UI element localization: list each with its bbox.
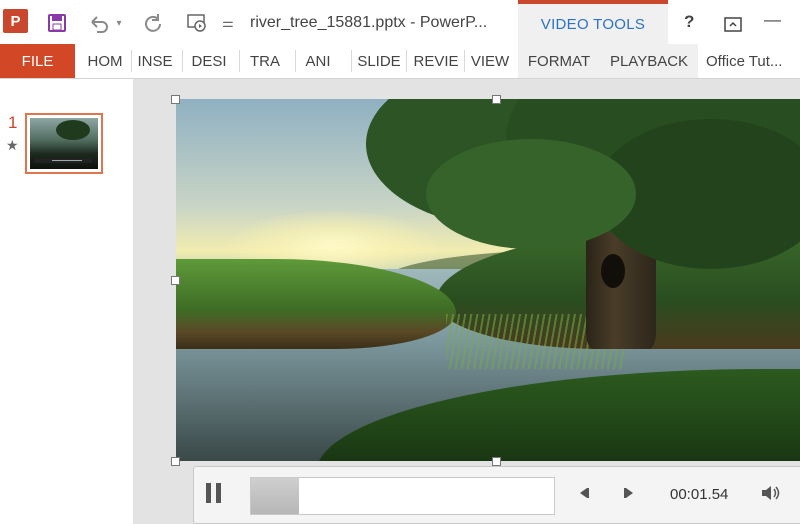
account-name[interactable]: Office Tut... (706, 44, 800, 78)
slide-thumbnail[interactable] (25, 113, 103, 174)
playback-time: 00:01.54 (670, 486, 729, 503)
resize-handle-bottom-left[interactable] (171, 457, 180, 466)
restore-icon[interactable] (720, 10, 746, 40)
seek-progress (251, 478, 300, 514)
animation-star-icon: ★ (6, 137, 19, 153)
tab-divider (182, 50, 183, 72)
resize-handle-top[interactable] (492, 95, 501, 104)
tree-hollow (601, 254, 625, 288)
slide-number: 1 (8, 113, 18, 132)
tab-slide-show[interactable]: SLIDE (352, 44, 406, 78)
help-button[interactable]: ? (684, 12, 694, 32)
thumbnail-caption-line (52, 160, 82, 161)
thumbnail-image (30, 118, 98, 169)
video-frame[interactable] (176, 99, 800, 461)
undo-dropdown-icon[interactable]: ▾ (113, 8, 125, 38)
window-title: river_tree_15881.pptx - PowerP... (250, 14, 488, 31)
tab-home[interactable]: HOM (80, 44, 130, 78)
ribbon-tabs: FILE HOM INSE DESI TRA ANI SLIDE REVIE V… (0, 44, 800, 79)
powerpoint-logo-icon: P (3, 9, 28, 33)
tab-divider (464, 50, 465, 72)
tab-playback[interactable]: PLAYBACK (600, 44, 698, 78)
tab-transitions[interactable]: TRA (240, 44, 290, 78)
tab-design[interactable]: DESI (184, 44, 234, 78)
tab-insert[interactable]: INSE (132, 44, 178, 78)
video-tools-context: VIDEO TOOLS (518, 0, 668, 44)
tab-review[interactable]: REVIE (408, 44, 464, 78)
video-tools-label: VIDEO TOOLS (540, 15, 646, 33)
minimize-button[interactable]: — (764, 10, 781, 30)
undo-icon[interactable] (86, 8, 112, 38)
video-playback-bar: 00:01.54 (193, 466, 800, 524)
from-beginning-icon[interactable] (184, 8, 210, 38)
save-icon[interactable] (44, 8, 70, 38)
title-bar: P ▾ ⚌ river_tree_15881.pptx - PowerP... … (0, 0, 800, 44)
tab-format[interactable]: FORMAT (518, 44, 600, 78)
resize-handle-top-left[interactable] (171, 95, 180, 104)
seek-bar[interactable] (250, 477, 555, 515)
thumbnail-tree (56, 120, 90, 140)
step-forward-icon[interactable] (621, 486, 637, 503)
customize-icon[interactable]: ⚌ (221, 8, 235, 38)
step-back-icon[interactable] (576, 486, 592, 503)
pause-icon[interactable] (206, 483, 226, 505)
tree-canopy (426, 139, 636, 249)
resize-handle-bottom[interactable] (492, 457, 501, 466)
tab-divider (406, 50, 407, 72)
redo-icon[interactable] (140, 8, 166, 38)
tab-animations[interactable]: ANI (296, 44, 340, 78)
resize-handle-left[interactable] (171, 276, 180, 285)
tab-file[interactable]: FILE (0, 44, 75, 78)
tab-view[interactable]: VIEW (466, 44, 514, 78)
volume-icon[interactable] (760, 484, 782, 507)
